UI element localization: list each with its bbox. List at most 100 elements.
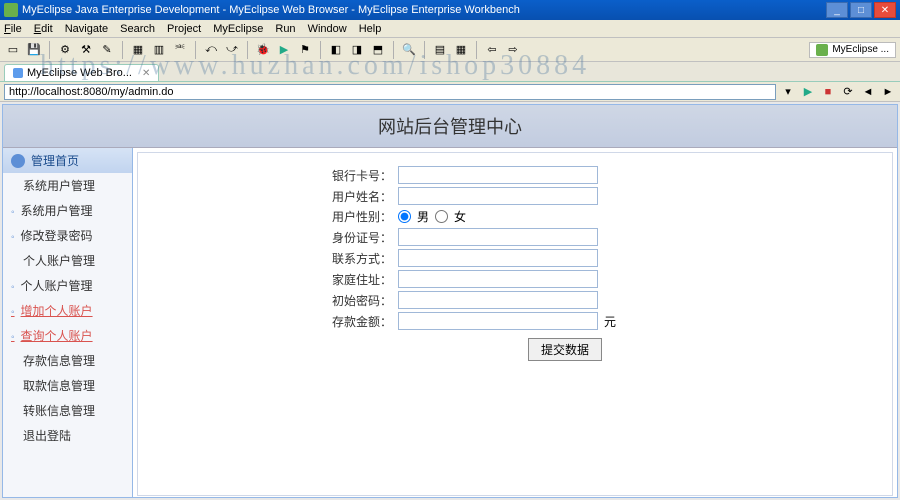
app-icon <box>4 3 18 17</box>
tool-icon[interactable]: ▤ <box>431 41 449 59</box>
form-row: 身份证号： <box>158 228 872 246</box>
gender-male-label: 男 <box>417 208 429 225</box>
window-title: MyEclipse Java Enterprise Development - … <box>22 4 520 16</box>
close-button[interactable]: ✕ <box>874 2 896 18</box>
field-label: 用户性别： <box>158 208 398 225</box>
menubar: File Edit Navigate Search Project MyEcli… <box>0 20 900 38</box>
text-field[interactable] <box>398 166 598 184</box>
form-row: 用户性别：男女 <box>158 208 872 225</box>
stop-nav-icon[interactable]: ■ <box>820 84 836 100</box>
tool-icon[interactable]: ⚑ <box>296 41 314 59</box>
menu-navigate[interactable]: Navigate <box>65 23 108 35</box>
close-tab-icon[interactable]: ✕ <box>142 68 150 79</box>
form-row: 存款金额： 元 <box>158 312 872 330</box>
gender-female-label: 女 <box>454 208 466 225</box>
browser-tab-icon <box>13 68 23 78</box>
text-field[interactable] <box>398 228 598 246</box>
form-panel: 银行卡号：用户姓名：用户性别：男女身份证号：联系方式：家庭住址：初始密码：存款金… <box>137 152 893 496</box>
menu-run[interactable]: Run <box>275 23 295 35</box>
menu-window[interactable]: Window <box>308 23 347 35</box>
admin-sidebar: 管理首页 系统用户管理系统用户管理修改登录密码个人账户管理个人账户管理增加个人账… <box>3 148 133 498</box>
sidebar-item[interactable]: 修改登录密码 <box>3 223 132 248</box>
text-field[interactable] <box>398 249 598 267</box>
tool-icon[interactable]: ⚒ <box>77 41 95 59</box>
perspective-label: MyEclipse ... <box>832 44 889 55</box>
refresh-icon[interactable]: ⟳ <box>840 84 856 100</box>
sidebar-item[interactable]: 查询个人账户 <box>3 323 132 348</box>
text-field[interactable] <box>398 270 598 288</box>
forward-nav-icon[interactable]: ► <box>880 84 896 100</box>
tool-icon[interactable]: ◧ <box>327 41 345 59</box>
url-input[interactable] <box>4 84 776 100</box>
save-icon[interactable]: 💾 <box>25 41 43 59</box>
back-nav-icon[interactable]: ◄ <box>860 84 876 100</box>
gender-radio-group: 男女 <box>398 208 466 225</box>
sidebar-item[interactable]: 个人账户管理 <box>3 273 132 298</box>
tool-icon[interactable]: ⤻ <box>223 41 241 59</box>
tool-icon[interactable]: ⤺ <box>202 41 220 59</box>
perspective-badge[interactable]: MyEclipse ... <box>809 42 896 58</box>
sidebar-item[interactable]: 增加个人账户 <box>3 298 132 323</box>
browser-tab-label: MyEclipse Web Bro... <box>27 67 132 79</box>
back-icon[interactable]: ⇦ <box>483 41 501 59</box>
field-label: 初始密码： <box>158 292 398 309</box>
editor-tabbar: MyEclipse Web Bro... ✕ <box>0 62 900 82</box>
menu-help[interactable]: Help <box>359 23 382 35</box>
browser-tab[interactable]: MyEclipse Web Bro... ✕ <box>4 64 159 81</box>
sidebar-item[interactable]: 系统用户管理 <box>3 173 132 198</box>
form-row: 家庭住址： <box>158 270 872 288</box>
tool-icon[interactable]: ◨ <box>348 41 366 59</box>
submit-button[interactable]: 提交数据 <box>528 338 602 361</box>
sidebar-item[interactable]: 取款信息管理 <box>3 373 132 398</box>
sidebar-item[interactable]: 系统用户管理 <box>3 198 132 223</box>
sidebar-header-label: 管理首页 <box>31 152 79 169</box>
tool-icon[interactable]: ⚙ <box>56 41 74 59</box>
search-icon[interactable]: 🔍 <box>400 41 418 59</box>
go-icon[interactable]: ▶ <box>800 84 816 100</box>
field-label: 联系方式： <box>158 250 398 267</box>
debug-icon[interactable]: 🐞 <box>254 41 272 59</box>
sidebar-header[interactable]: 管理首页 <box>3 148 132 173</box>
menu-project[interactable]: Project <box>167 23 201 35</box>
form-row: 联系方式： <box>158 249 872 267</box>
tool-icon[interactable]: ▦ <box>129 41 147 59</box>
text-field[interactable] <box>398 291 598 309</box>
window-titlebar: MyEclipse Java Enterprise Development - … <box>0 0 900 20</box>
sidebar-item[interactable]: 转账信息管理 <box>3 398 132 423</box>
tool-icon[interactable]: ▥ <box>150 41 168 59</box>
menu-search[interactable]: Search <box>120 23 155 35</box>
run-icon[interactable]: ▶ <box>275 41 293 59</box>
forward-icon[interactable]: ⇨ <box>504 41 522 59</box>
tool-icon[interactable]: ⎃ <box>171 41 189 59</box>
form-row: 银行卡号： <box>158 166 872 184</box>
tool-icon[interactable]: ▦ <box>452 41 470 59</box>
browser-viewport: 网站后台管理中心 管理首页 系统用户管理系统用户管理修改登录密码个人账户管理个人… <box>2 104 898 498</box>
sidebar-item[interactable]: 个人账户管理 <box>3 248 132 273</box>
field-suffix: 元 <box>604 313 616 330</box>
page-title: 网站后台管理中心 <box>3 105 897 148</box>
main-toolbar: ▭ 💾 ⚙ ⚒ ✎ ▦ ▥ ⎃ ⤺ ⤻ 🐞 ▶ ⚑ ◧ ◨ ⬒ 🔍 ▤ ▦ ⇦ … <box>0 38 900 62</box>
form-row: 初始密码： <box>158 291 872 309</box>
form-row: 用户姓名： <box>158 187 872 205</box>
field-label: 存款金额： <box>158 313 398 330</box>
sidebar-item[interactable]: 退出登陆 <box>3 423 132 448</box>
menu-file[interactable]: File <box>4 23 22 35</box>
field-label: 家庭住址： <box>158 271 398 288</box>
field-label: 用户姓名： <box>158 188 398 205</box>
dropdown-icon[interactable]: ▾ <box>780 84 796 100</box>
menu-edit[interactable]: Edit <box>34 23 53 35</box>
tool-icon[interactable]: ✎ <box>98 41 116 59</box>
menu-myeclipse[interactable]: MyEclipse <box>213 23 263 35</box>
minimize-button[interactable]: _ <box>826 2 848 18</box>
gear-icon <box>11 154 25 168</box>
browser-address-bar: ▾ ▶ ■ ⟳ ◄ ► <box>0 82 900 102</box>
gender-male-radio[interactable] <box>398 210 411 223</box>
myeclipse-logo-icon <box>816 44 828 56</box>
new-icon[interactable]: ▭ <box>4 41 22 59</box>
sidebar-item[interactable]: 存款信息管理 <box>3 348 132 373</box>
text-field[interactable] <box>398 187 598 205</box>
gender-female-radio[interactable] <box>435 210 448 223</box>
text-field[interactable] <box>398 312 598 330</box>
maximize-button[interactable]: □ <box>850 2 872 18</box>
tool-icon[interactable]: ⬒ <box>369 41 387 59</box>
